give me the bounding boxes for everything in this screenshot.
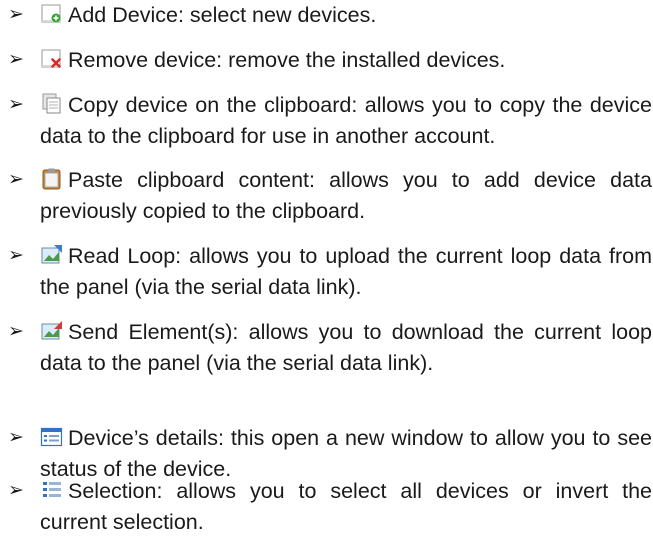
read-loop-icon (40, 244, 64, 266)
add-device-icon (40, 3, 64, 25)
bullet: ➢ (8, 427, 24, 448)
send-element-icon (40, 320, 64, 342)
bullet: ➢ (8, 4, 24, 25)
bullet: ➢ (8, 245, 24, 266)
remove-device-icon (40, 48, 64, 70)
selection-icon (40, 479, 64, 501)
paste-icon (40, 168, 64, 190)
bullet: ➢ (8, 480, 24, 501)
bullet: ➢ (8, 169, 24, 190)
device-details-icon (40, 426, 64, 448)
bullet: ➢ (8, 321, 24, 342)
bullet: ➢ (8, 49, 24, 70)
copy-icon (40, 93, 64, 115)
bullet: ➢ (8, 94, 24, 115)
